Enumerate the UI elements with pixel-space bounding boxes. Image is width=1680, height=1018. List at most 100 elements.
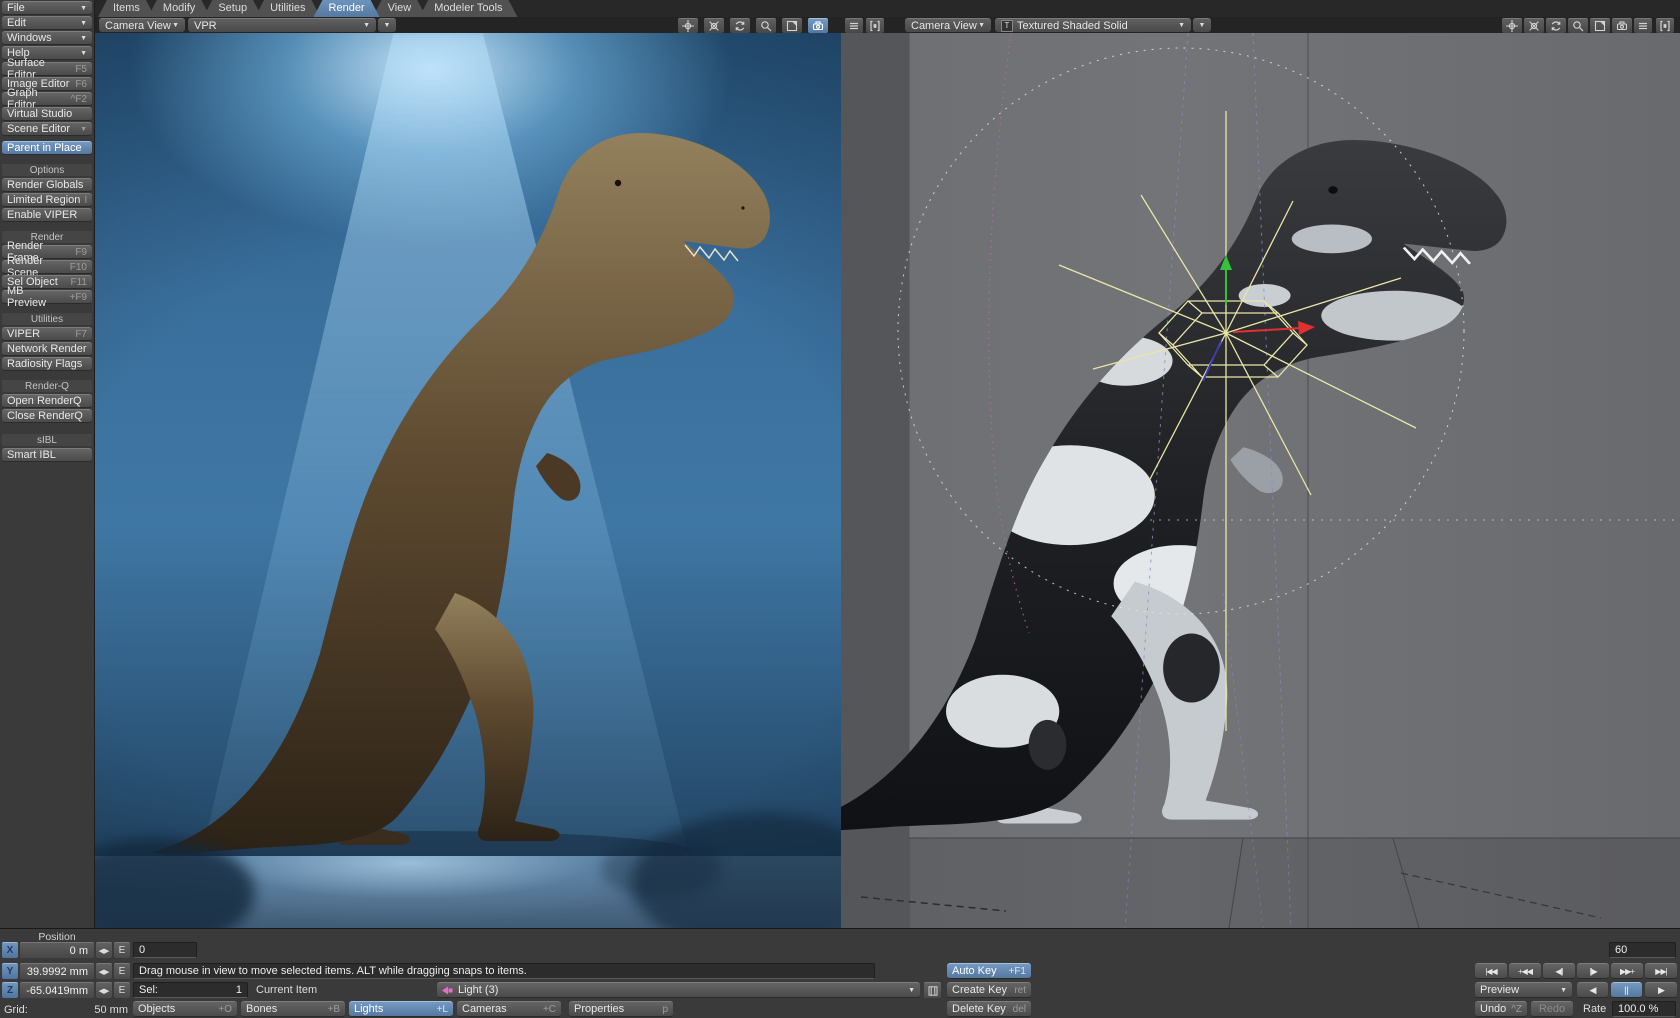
next-key-button[interactable]: ▶▶+ — [1611, 963, 1643, 979]
sidebar-item-surface-editor[interactable]: Surface EditorF5 — [2, 62, 92, 76]
axis-z-button[interactable]: Z — [2, 982, 18, 998]
sidebar-item-radiosity-flags[interactable]: Radiosity Flags — [2, 357, 92, 371]
sidebar-item-close-renderq[interactable]: Close RenderQ — [2, 409, 92, 423]
pause-button[interactable]: || — [1611, 982, 1642, 998]
play-reverse-button[interactable]: ◀ — [1577, 982, 1608, 998]
left-view-type-dropdown[interactable]: Camera View ▼ — [99, 18, 185, 32]
menu-icon[interactable] — [845, 18, 863, 33]
item-list-button[interactable] — [924, 982, 941, 998]
step-forward-button[interactable]: ||▶ — [1577, 963, 1609, 979]
position-y-field[interactable]: 39.9992 mm — [20, 963, 94, 979]
left-render-mode-dropdown[interactable]: VPR ▼ — [188, 18, 376, 32]
grid-value: 50 mm — [56, 1004, 128, 1016]
sidebar-item-virtual-studio[interactable]: Virtual Studio — [2, 107, 92, 121]
position-x-field[interactable]: 0 m — [20, 942, 94, 958]
lights-button[interactable]: Lights+L — [349, 1001, 453, 1017]
chevron-down-icon: ▼ — [80, 5, 87, 12]
menu-file[interactable]: File▼ — [2, 1, 92, 15]
axis-y-button[interactable]: Y — [2, 963, 18, 979]
create-key-button[interactable]: Create Keyret — [947, 982, 1031, 998]
objects-button[interactable]: Objects+O — [133, 1001, 237, 1017]
end-frame-field[interactable]: 60 — [1609, 942, 1676, 958]
x-spinner[interactable]: ◀▶ — [96, 942, 112, 958]
current-item-dropdown[interactable]: Light (3) ▼ — [437, 982, 920, 998]
zoom-icon[interactable] — [1568, 18, 1588, 33]
hint-bar: Drag mouse in view to move selected item… — [133, 963, 875, 979]
y-spinner[interactable]: ◀▶ — [96, 963, 112, 979]
auto-key-button[interactable]: Auto Key+F1 — [947, 963, 1031, 979]
properties-button[interactable]: Propertiesp — [569, 1001, 673, 1017]
redo-button[interactable]: Redo — [1531, 1001, 1573, 1017]
move-icon[interactable] — [1524, 18, 1544, 33]
left-viewport-options-dropdown[interactable]: ▼ — [378, 18, 396, 32]
sidebar-item-open-renderq[interactable]: Open RenderQ — [2, 394, 92, 408]
sidebar-item-scene-editor[interactable]: Scene Editor▼ — [2, 122, 92, 136]
axis-x-button[interactable]: X — [2, 942, 18, 958]
sidebar-item-viper[interactable]: VIPERF7 — [2, 327, 92, 341]
z-envelope-button[interactable]: E — [114, 982, 130, 998]
pan-icon[interactable] — [1502, 18, 1522, 33]
rotate-icon[interactable] — [1546, 18, 1566, 33]
right-render-mode-dropdown[interactable]: T Textured Shaded Solid ▼ — [995, 18, 1191, 32]
bones-button[interactable]: Bones+B — [241, 1001, 345, 1017]
selection-count-field[interactable]: Sel: 1 — [133, 982, 248, 998]
go-to-end-button[interactable]: ▶▶| — [1645, 963, 1677, 979]
z-spinner[interactable]: ◀▶ — [96, 982, 112, 998]
sel-label: Sel: — [139, 984, 158, 996]
maximize-icon[interactable] — [1590, 18, 1610, 33]
sidebar-item-smart-ibl[interactable]: Smart IBL — [2, 448, 92, 462]
position-z-field[interactable]: -65.0419mm — [20, 982, 94, 998]
sidebar-item-limited-region[interactable]: Limited Regionl — [2, 193, 92, 207]
right-view-type-dropdown[interactable]: Camera View ▼ — [905, 18, 991, 32]
menu-icon[interactable] — [1634, 18, 1652, 33]
sidebar-item-parent-in-place[interactable]: Parent in Place — [2, 141, 92, 155]
chevron-down-icon: ▼ — [80, 35, 87, 42]
preview-dropdown[interactable]: Preview▼ — [1475, 982, 1572, 998]
step-back-button[interactable]: ◀|| — [1543, 963, 1575, 979]
sidebar-section-options: Options — [2, 164, 92, 176]
sidebar-item-mb-preview[interactable]: MB Preview+F9 — [2, 290, 92, 304]
tab-modify[interactable]: Modify — [148, 0, 210, 17]
tab-view[interactable]: View — [373, 0, 427, 17]
menu-windows[interactable]: Windows▼ — [2, 31, 92, 45]
rate-field[interactable]: 100.0 % — [1612, 1001, 1676, 1017]
camera-icon[interactable] — [1612, 18, 1632, 33]
tab-render[interactable]: Render — [314, 0, 380, 17]
sidebar-item-network-render[interactable]: Network Render — [2, 342, 92, 356]
right-viewport-options-dropdown[interactable]: ▼ — [1193, 18, 1211, 32]
undo-button[interactable]: Undo^Z — [1475, 1001, 1527, 1017]
layout-preset-icon[interactable] — [866, 18, 884, 33]
tab-items[interactable]: Items — [98, 0, 155, 17]
pan-icon[interactable] — [678, 18, 698, 33]
current-frame-field[interactable]: 0 — [133, 942, 197, 958]
tab-modeler-tools[interactable]: Modeler Tools — [419, 0, 517, 17]
cameras-button[interactable]: Cameras+C — [457, 1001, 561, 1017]
camera-icon[interactable] — [808, 18, 828, 33]
previous-key-button[interactable]: +◀◀ — [1509, 963, 1541, 979]
delete-key-button[interactable]: Delete Keydel — [947, 1001, 1031, 1017]
chevron-down-icon: ▼ — [80, 50, 87, 57]
viewport-shaded[interactable] — [841, 33, 1680, 928]
layout-preset-icon[interactable] — [1656, 18, 1674, 33]
tab-setup[interactable]: Setup — [203, 0, 262, 17]
current-item-value: Light (3) — [458, 984, 498, 996]
maximize-icon[interactable] — [782, 18, 802, 33]
play-forward-button[interactable]: ▶ — [1645, 982, 1677, 998]
move-icon[interactable] — [704, 18, 724, 33]
right-render-mode-label: Textured Shaded Solid — [1017, 20, 1128, 32]
rotate-icon[interactable] — [730, 18, 750, 33]
shaded-trex-model — [841, 140, 1506, 832]
go-to-start-button[interactable]: |◀◀ — [1475, 963, 1507, 979]
y-envelope-button[interactable]: E — [114, 963, 130, 979]
viewport-vpr[interactable] — [95, 33, 841, 928]
zoom-icon[interactable] — [756, 18, 776, 33]
tab-utilities[interactable]: Utilities — [255, 0, 320, 17]
ground-shade — [909, 838, 1680, 928]
sidebar-item-enable-viper[interactable]: Enable VIPER — [2, 208, 92, 222]
sel-value: 1 — [236, 984, 242, 996]
sidebar-item-graph-editor[interactable]: Graph Editor^F2 — [2, 92, 92, 106]
sidebar-item-render-scene[interactable]: Render SceneF10 — [2, 260, 92, 274]
menu-edit[interactable]: Edit▼ — [2, 16, 92, 30]
sidebar-item-render-globals[interactable]: Render Globals — [2, 178, 92, 192]
x-envelope-button[interactable]: E — [114, 942, 130, 958]
